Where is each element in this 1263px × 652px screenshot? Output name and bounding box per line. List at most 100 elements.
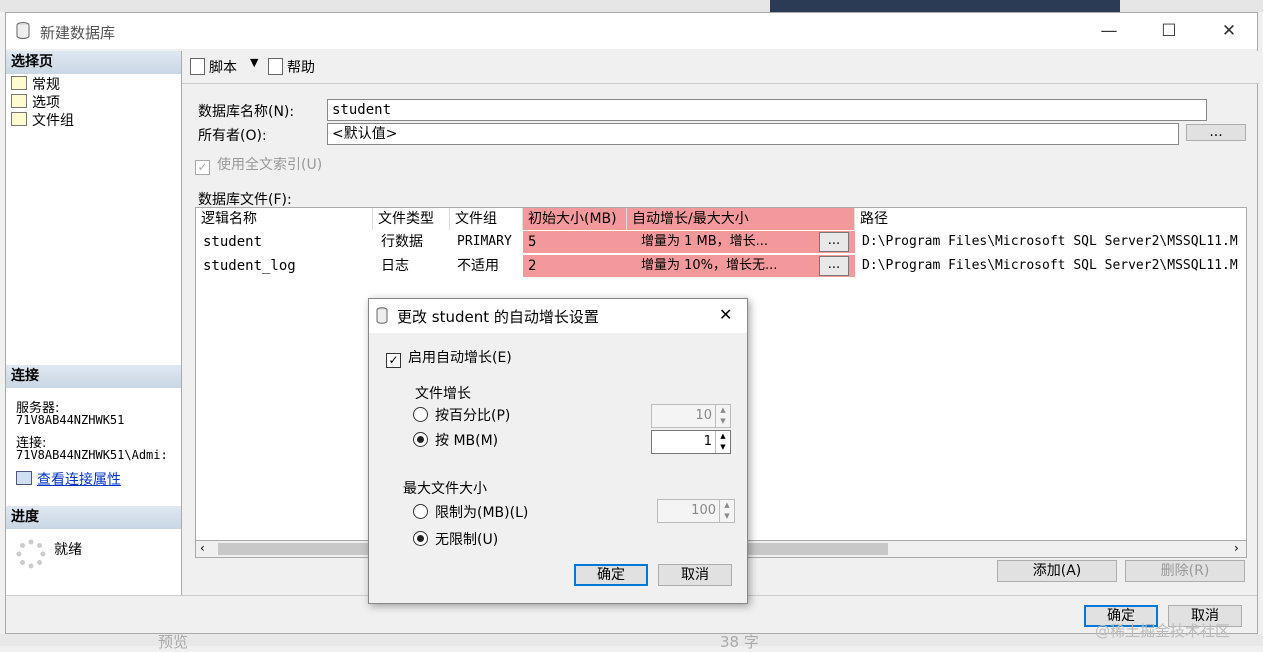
- by-percent-radio[interactable]: 按百分比(P): [413, 405, 510, 425]
- by-mb-radio[interactable]: 按 MB(M): [413, 430, 498, 450]
- page-icon: [11, 94, 27, 108]
- by-mb-label: 按 MB(M): [435, 433, 499, 449]
- nav-item-filegroups[interactable]: 文件组: [11, 112, 74, 130]
- server-value: 71V8AB44NZHWK51: [16, 413, 125, 427]
- radio-icon: [413, 504, 428, 519]
- script-dropdown-icon[interactable]: ▼: [250, 56, 258, 69]
- background-bottom-strip: [0, 634, 1263, 646]
- checkbox-icon: ✓: [195, 160, 210, 175]
- select-page-header: 选择页: [6, 51, 181, 74]
- properties-icon: [16, 471, 32, 485]
- background-word-count: 38 字: [720, 633, 759, 651]
- link-label: 查看连接属性: [37, 472, 121, 488]
- nav-item-label: 文件组: [32, 113, 74, 129]
- cell-logical-name[interactable]: student_log: [198, 255, 373, 277]
- dialog-cancel-button[interactable]: 取消: [658, 564, 732, 586]
- help-button[interactable]: 帮助: [268, 57, 315, 77]
- max-file-size-label: 最大文件大小: [403, 481, 487, 497]
- minimize-button[interactable]: —: [1089, 19, 1129, 43]
- unlimited-radio[interactable]: 无限制(U): [413, 529, 498, 549]
- limit-value: 100: [691, 503, 716, 518]
- page-icon: [11, 76, 27, 90]
- autogrowth-edit-button[interactable]: ...: [819, 232, 849, 252]
- db-name-label: 数据库名称(N):: [198, 104, 295, 120]
- progress-header: 进度: [6, 506, 181, 529]
- percent-value: 10: [695, 408, 712, 423]
- scroll-left-icon[interactable]: ‹: [200, 541, 205, 555]
- script-icon: [190, 58, 205, 75]
- database-icon: [376, 307, 388, 324]
- dialog-close-button[interactable]: ✕: [719, 305, 732, 324]
- dialog-titlebar: 更改 student 的自动增长设置 ✕: [369, 299, 747, 333]
- view-connection-properties-link[interactable]: 查看连接属性: [16, 469, 121, 489]
- connection-value: 71V8AB44NZHWK51\Admi:: [16, 448, 168, 462]
- mb-value: 1: [703, 434, 712, 449]
- progress-spinner-icon: [16, 539, 46, 569]
- owner-browse-button[interactable]: ...: [1186, 124, 1246, 141]
- db-files-label: 数据库文件(F):: [198, 192, 292, 208]
- help-icon: [268, 58, 283, 75]
- remove-file-button[interactable]: 删除(R): [1125, 560, 1245, 582]
- enable-autogrowth-checkbox[interactable]: ✓ 启用自动增长(E): [386, 347, 512, 368]
- cell-path[interactable]: D:\Program Files\Microsoft SQL Server2\M…: [857, 231, 1246, 253]
- stepper-arrows-icon[interactable]: ▲ ▼: [715, 431, 730, 453]
- window-title: 新建数据库: [40, 24, 116, 42]
- by-percent-label: 按百分比(P): [435, 408, 511, 424]
- database-icon: [16, 22, 30, 39]
- progress-status: 就绪: [54, 542, 82, 558]
- window-titlebar: 新建数据库 — ☐ ✕: [6, 13, 1257, 49]
- nav-item-label: 选项: [32, 95, 60, 111]
- connection-header: 连接: [6, 365, 181, 388]
- mb-stepper[interactable]: 1 ▲ ▼: [651, 430, 731, 454]
- radio-selected-icon: [413, 531, 428, 546]
- close-button[interactable]: ✕: [1209, 19, 1249, 43]
- watermark: @稀土掘金技术社区: [1095, 622, 1231, 640]
- column-header-logical-name[interactable]: 逻辑名称: [196, 208, 373, 230]
- fulltext-index-checkbox[interactable]: ✓ 使用全文索引(U): [195, 154, 322, 175]
- script-button[interactable]: 脚本: [190, 57, 237, 77]
- dialog-title: 更改 student 的自动增长设置: [397, 308, 599, 326]
- help-label: 帮助: [287, 60, 315, 76]
- stepper-arrows-icon[interactable]: ▲ ▼: [719, 500, 734, 522]
- stepper-arrows-icon[interactable]: ▲ ▼: [715, 405, 730, 427]
- cell-path[interactable]: D:\Program Files\Microsoft SQL Server2\M…: [857, 255, 1246, 277]
- db-name-input[interactable]: student: [327, 99, 1207, 121]
- left-pane: 选择页 常规 选项 文件组 连接 服务器: 71V8AB44NZHWK51 连接…: [6, 51, 182, 595]
- file-growth-label: 文件增长: [415, 386, 471, 402]
- dialog-ok-button[interactable]: 确定: [574, 564, 648, 586]
- nav-item-options[interactable]: 选项: [11, 94, 60, 112]
- maximize-button[interactable]: ☐: [1149, 19, 1189, 43]
- limit-to-mb-radio[interactable]: 限制为(MB)(L): [413, 502, 528, 522]
- cell-filegroup[interactable]: PRIMARY: [452, 231, 523, 253]
- column-header-filegroup[interactable]: 文件组: [450, 208, 523, 230]
- cell-file-type[interactable]: 行数据: [376, 231, 450, 253]
- cell-filegroup[interactable]: 不适用: [452, 255, 523, 277]
- enable-autogrowth-label: 启用自动增长(E): [408, 350, 512, 366]
- background-preview-label: 预览: [158, 633, 189, 651]
- cell-file-type[interactable]: 日志: [376, 255, 450, 277]
- percent-stepper[interactable]: 10 ▲ ▼: [651, 404, 731, 428]
- fulltext-index-label: 使用全文索引(U): [217, 157, 323, 173]
- autogrowth-edit-button[interactable]: ...: [819, 256, 849, 276]
- add-file-button[interactable]: 添加(A): [997, 560, 1117, 582]
- nav-item-general[interactable]: 常规: [11, 76, 60, 94]
- page-icon: [11, 112, 27, 126]
- cell-initial-size[interactable]: 2: [523, 255, 627, 277]
- toolbar: 脚本 ▼ 帮助: [182, 51, 1259, 84]
- column-header-file-type[interactable]: 文件类型: [373, 208, 450, 230]
- owner-input[interactable]: <默认值>: [327, 123, 1179, 145]
- cell-logical-name[interactable]: student: [198, 231, 373, 253]
- column-header-initial-size[interactable]: 初始大小(MB): [523, 208, 627, 230]
- radio-selected-icon: [413, 432, 428, 447]
- limit-stepper[interactable]: 100 ▲ ▼: [657, 499, 735, 523]
- radio-icon: [413, 407, 428, 422]
- owner-label: 所有者(O):: [198, 128, 267, 144]
- column-header-path[interactable]: 路径: [855, 208, 1246, 230]
- autogrowth-dialog: 更改 student 的自动增长设置 ✕ ✓ 启用自动增长(E) 文件增长 按百分…: [368, 298, 748, 604]
- nav-item-label: 常规: [32, 77, 60, 93]
- limit-to-mb-label: 限制为(MB)(L): [435, 505, 529, 521]
- background-navy-strip: [770, 0, 1120, 12]
- cell-initial-size[interactable]: 5: [523, 231, 627, 253]
- column-header-autogrowth[interactable]: 自动增长/最大大小: [627, 208, 855, 230]
- scroll-right-icon[interactable]: ›: [1234, 541, 1239, 555]
